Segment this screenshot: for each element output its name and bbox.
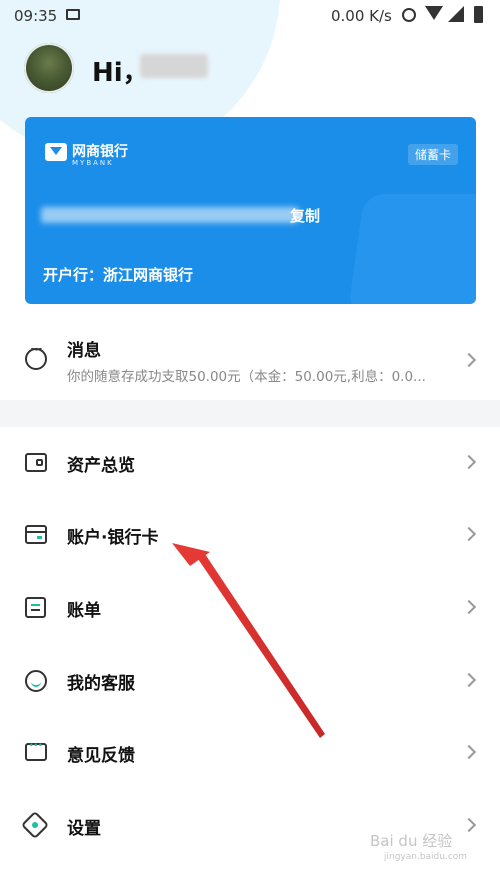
chevron-right-icon [461,599,477,615]
mybank-logo-icon [45,143,67,161]
username-redacted [140,54,208,78]
menu-item-label: 账单 [67,601,101,621]
message-row[interactable]: 消息 你的随意存成功支取50.00元（本金：50.00元,利息：0.0... [0,322,500,400]
bank-name: 网商银行 [72,144,128,160]
branch-label: 开户行：浙江网商银行 [43,266,194,284]
battery-icon [474,6,483,23]
feedback-icon [25,738,47,761]
bank-name-en: MYBANK [72,159,114,167]
chevron-right-icon [461,352,477,368]
signal-icon [448,6,464,22]
menu-item-label: 我的客服 [67,674,135,694]
copy-button[interactable]: 复制 [290,205,320,226]
status-time: 09:35 [14,7,58,25]
wifi-icon [425,6,443,20]
menu-list: 资产总览 账户·银行卡 账单 我的客服 意见反馈 设置 [0,427,500,873]
chevron-right-icon [461,817,477,833]
chevron-right-icon [461,454,477,470]
bank-card-icon [25,525,47,544]
baidu-watermark: Bai du 经验 [370,832,453,850]
chevron-right-icon [461,672,477,688]
customer-service-icon [25,670,47,692]
menu-item-label: 设置 [67,819,101,839]
menu-item-bill[interactable]: 账单 [0,572,500,644]
menu-item-label: 资产总览 [67,456,135,476]
message-title: 消息 [67,341,101,361]
message-icon [25,343,47,370]
card-watermark [347,194,476,304]
chevron-right-icon [461,744,477,760]
bill-icon [25,597,46,618]
wallet-icon [25,453,47,472]
menu-item-customer-service[interactable]: 我的客服 [0,645,500,717]
account-number-redacted [41,207,299,223]
bank-card[interactable]: 网商银行 MYBANK 储蓄卡 复制 开户行：浙江网商银行 [25,117,476,304]
status-bar: 09:35 0.00 K/s [0,0,500,32]
menu-item-feedback[interactable]: 意见反馈 [0,717,500,789]
baidu-watermark-url: jingyan.baidu.com [384,852,468,862]
menu-item-asset-overview[interactable]: 资产总览 [0,427,500,499]
alarm-icon [402,8,416,22]
menu-item-label: 意见反馈 [67,746,135,766]
menu-item-account-bank-card[interactable]: 账户·银行卡 [0,499,500,571]
menu-item-label: 账户·银行卡 [67,528,159,548]
network-speed: 0.00 K/s [331,7,392,25]
message-preview: 你的随意存成功支取50.00元（本金：50.00元,利息：0.0... [67,369,426,385]
image-icon [66,9,80,20]
avatar[interactable] [24,43,74,93]
settings-icon [20,810,50,840]
chevron-right-icon [461,526,477,542]
card-type-badge: 储蓄卡 [407,144,458,165]
